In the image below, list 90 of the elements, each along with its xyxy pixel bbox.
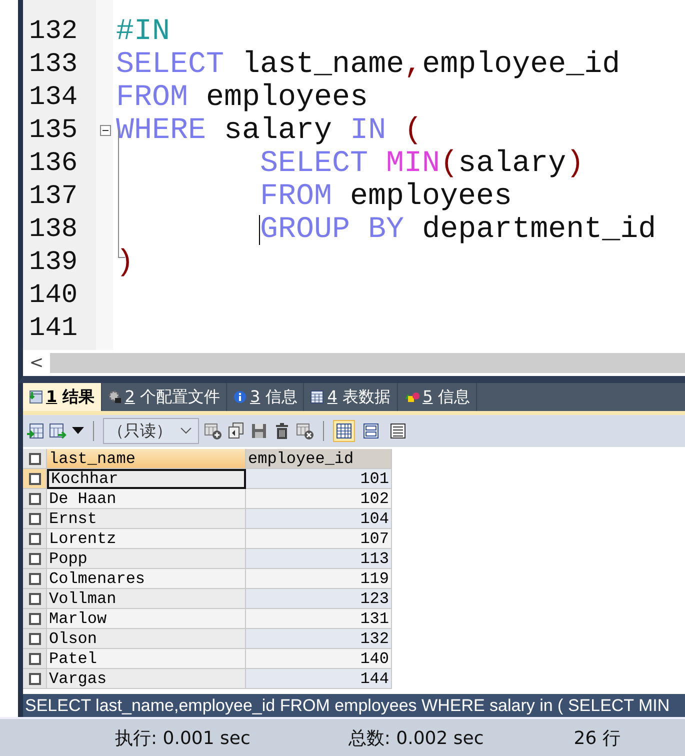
row-checkbox[interactable] <box>28 552 40 564</box>
table-icon <box>310 390 324 404</box>
line-number: 132 <box>28 16 79 46</box>
fold-toggle-icon[interactable] <box>100 125 111 136</box>
row-count: 26 行 <box>574 726 620 750</box>
code-token: ( <box>404 114 422 148</box>
code-token: last_name <box>242 48 404 82</box>
table-cell: 113 <box>246 549 392 569</box>
table-cell: Lorentz <box>47 529 246 549</box>
table-cell: Patel <box>47 649 246 669</box>
code-token: FROM <box>260 180 332 214</box>
code-token: WHERE <box>116 114 206 148</box>
line-number: 135 <box>28 116 79 146</box>
table-cell: Vollman <box>47 589 246 609</box>
code-token: SELECT <box>116 48 224 82</box>
line-number: 138 <box>28 214 79 244</box>
result-tab[interactable]: 1 结果 <box>23 383 102 411</box>
line-number: 140 <box>28 280 79 310</box>
row-checkbox[interactable] <box>28 572 40 584</box>
code-token: department_id <box>422 212 656 246</box>
info-icon <box>233 390 247 404</box>
execution-time: 执行: 0.001 sec <box>115 726 250 750</box>
code-token: salary <box>458 146 566 180</box>
grid-import-icon[interactable] <box>26 422 44 440</box>
row-checkbox[interactable] <box>28 512 40 524</box>
table-cell: 123 <box>246 589 392 609</box>
caret-icon[interactable] <box>72 427 84 435</box>
scrollbar-thumb[interactable] <box>50 353 685 373</box>
code-token: , <box>404 48 422 82</box>
code-token: ( <box>440 146 458 180</box>
code-token: salary <box>224 114 332 148</box>
table-cell: 107 <box>246 529 392 549</box>
table-cell: Popp <box>47 549 246 569</box>
table-cell: Olson <box>47 629 246 649</box>
table-cell: 101 <box>246 469 392 489</box>
row-checkbox[interactable] <box>28 652 40 664</box>
table-cell: 104 <box>246 509 392 529</box>
mode-dropdown[interactable]: （只读） <box>103 418 199 444</box>
code-token: MIN <box>386 146 440 180</box>
code-token: employees <box>350 180 512 214</box>
table-cell: Kochhar <box>47 469 246 489</box>
code-token: employees <box>206 80 368 114</box>
row-checkbox[interactable] <box>28 492 40 504</box>
table-cell: 131 <box>246 609 392 629</box>
table-cell: 119 <box>246 569 392 589</box>
row-checkbox[interactable] <box>28 672 40 684</box>
select-all-checkbox[interactable] <box>28 452 40 464</box>
column-header[interactable]: last_name <box>47 449 246 469</box>
table-cell: 132 <box>246 629 392 649</box>
code-token: FROM <box>116 80 188 114</box>
table-cell: De Haan <box>47 489 246 509</box>
row-checkbox[interactable] <box>28 592 40 604</box>
table-cell: Vargas <box>47 669 246 689</box>
gear-icon <box>108 390 122 404</box>
total-time: 总数: 0.002 sec <box>348 726 484 750</box>
line-number: 137 <box>28 182 79 212</box>
row-checkbox[interactable] <box>28 632 40 644</box>
code-token: employee_id <box>422 48 620 82</box>
row-checkbox[interactable] <box>28 612 40 624</box>
table-cell: 144 <box>246 669 392 689</box>
row-checkbox[interactable] <box>28 532 40 544</box>
line-number: 141 <box>28 314 79 344</box>
code-token: GROUP <box>260 212 350 246</box>
grid-export-icon[interactable] <box>49 422 67 440</box>
shapes-icon <box>404 390 420 404</box>
line-number: 133 <box>28 50 79 80</box>
query-text: SELECT last_name,employee_id FROM employees WHERE salary in ( SELECT MIN <box>18 694 685 717</box>
line-number: 134 <box>28 82 79 112</box>
table-cell: Marlow <box>47 609 246 629</box>
table-cell: Ernst <box>47 509 246 529</box>
trash-icon[interactable] <box>273 422 291 440</box>
table-cell: 140 <box>246 649 392 669</box>
save-icon[interactable] <box>250 422 268 440</box>
line-number: 136 <box>28 148 79 178</box>
chevron-down-icon <box>180 427 192 435</box>
add-row-icon[interactable] <box>204 422 222 440</box>
code-token: IN <box>350 114 386 148</box>
copy-row-icon[interactable] <box>227 422 245 440</box>
grid-cancel-icon[interactable] <box>296 422 314 440</box>
table-cell: Colmenares <box>47 569 246 589</box>
code-token: #IN <box>116 14 170 48</box>
code-token: ) <box>566 146 584 180</box>
line-number: 139 <box>28 248 79 278</box>
code-token: BY <box>368 212 404 246</box>
code-token: ) <box>116 246 134 280</box>
column-header[interactable]: employee_id <box>246 449 392 469</box>
row-checkbox[interactable] <box>28 472 40 484</box>
table-cell: 102 <box>246 489 392 509</box>
grid-view-icon[interactable] <box>333 420 355 442</box>
code-token: SELECT <box>260 146 368 180</box>
